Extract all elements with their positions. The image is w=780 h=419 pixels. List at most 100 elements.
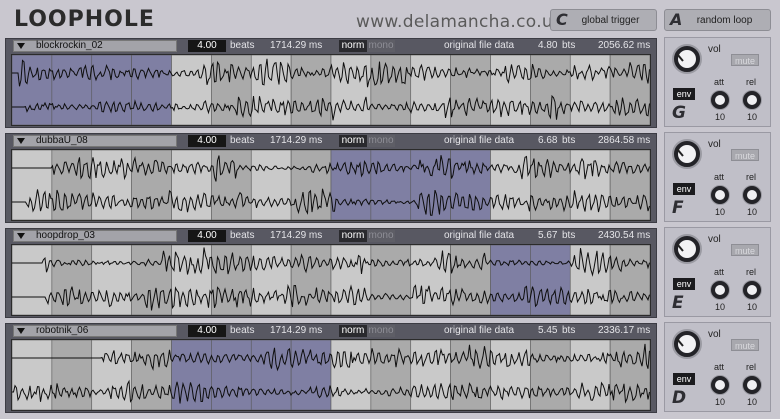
beats-input[interactable]: 4.00 [188, 135, 226, 147]
slice-cell[interactable] [51, 340, 93, 410]
slice-cell[interactable] [131, 245, 172, 315]
slice-cell[interactable] [12, 150, 53, 220]
mono-button[interactable]: mono [367, 230, 395, 242]
slice-cell[interactable] [211, 245, 252, 315]
slice-cell[interactable] [91, 55, 132, 125]
volume-knob[interactable] [672, 234, 702, 264]
slice-cell[interactable] [250, 150, 292, 220]
slice-cell[interactable] [370, 55, 412, 125]
slice-cell[interactable] [450, 55, 491, 125]
release-knob[interactable] [742, 280, 762, 300]
mute-button[interactable]: mute [731, 149, 759, 161]
beats-input[interactable]: 4.00 [188, 325, 226, 337]
slice-cell[interactable] [12, 55, 53, 125]
beats-input[interactable]: 4.00 [188, 230, 226, 242]
env-button[interactable]: env [673, 373, 695, 385]
slice-cell[interactable] [131, 55, 172, 125]
slice-cell[interactable] [370, 150, 412, 220]
slice-cell[interactable] [330, 340, 372, 410]
slice-cell[interactable] [91, 340, 132, 410]
dropdown-arrow-icon[interactable] [17, 328, 25, 334]
norm-button[interactable]: norm [339, 325, 367, 337]
mute-button[interactable]: mute [731, 244, 759, 256]
slice-cell[interactable] [490, 245, 531, 315]
slice-cell[interactable] [211, 340, 252, 410]
slice-cell[interactable] [171, 340, 212, 410]
norm-button[interactable]: norm [339, 135, 367, 147]
mono-button[interactable]: mono [367, 135, 395, 147]
release-knob[interactable] [742, 375, 762, 395]
slice-cell[interactable] [91, 150, 132, 220]
slice-cell[interactable] [569, 340, 611, 410]
volume-knob[interactable] [672, 139, 702, 169]
slice-cell[interactable] [171, 55, 212, 125]
slice-cell[interactable] [609, 55, 650, 125]
slice-cell[interactable] [609, 245, 650, 315]
slice-cell[interactable] [51, 245, 93, 315]
norm-button[interactable]: norm [339, 230, 367, 242]
env-button[interactable]: env [673, 88, 695, 100]
slice-cell[interactable] [290, 55, 332, 125]
slice-cell[interactable] [569, 150, 611, 220]
attack-knob[interactable] [710, 90, 730, 110]
waveform-display[interactable] [11, 244, 651, 316]
original-beats: 4.80 [538, 40, 558, 51]
trigger-key-letter: F [672, 198, 684, 218]
slice-cell[interactable] [490, 340, 531, 410]
slice-cell[interactable] [410, 245, 451, 315]
slice-cell[interactable] [330, 150, 372, 220]
slice-cell[interactable] [131, 340, 172, 410]
env-button[interactable]: env [673, 278, 695, 290]
slice-cell[interactable] [370, 340, 412, 410]
dropdown-arrow-icon[interactable] [17, 43, 25, 49]
slice-cell[interactable] [490, 55, 531, 125]
random-loop-button[interactable]: A random loop [664, 9, 771, 31]
sample-select[interactable]: dubbaU_08 [13, 135, 177, 147]
slice-cell[interactable] [530, 340, 571, 410]
dropdown-arrow-icon[interactable] [17, 233, 25, 239]
attack-knob[interactable] [710, 280, 730, 300]
slice-cell[interactable] [330, 245, 372, 315]
waveform-svg [12, 55, 650, 125]
slice-cell[interactable] [410, 340, 451, 410]
env-button[interactable]: env [673, 183, 695, 195]
slice-cell[interactable] [131, 150, 172, 220]
attack-knob[interactable] [710, 185, 730, 205]
volume-knob[interactable] [672, 44, 702, 74]
slice-cell[interactable] [330, 55, 372, 125]
slice-cell[interactable] [609, 150, 650, 220]
track-header: blockrockin_02 4.00 beats 1714.29 ms nor… [6, 39, 656, 54]
release-knob[interactable] [742, 90, 762, 110]
original-file-data-label: original file data [444, 325, 515, 336]
slice-cell[interactable] [171, 150, 212, 220]
waveform-display[interactable] [11, 54, 651, 126]
attack-knob[interactable] [710, 375, 730, 395]
slice-cell[interactable] [250, 340, 292, 410]
original-file-data-label: original file data [444, 135, 515, 146]
volume-knob[interactable] [672, 329, 702, 359]
waveform-display[interactable] [11, 339, 651, 411]
slice-cell[interactable] [290, 245, 332, 315]
volume-label: vol [708, 139, 721, 150]
mute-button[interactable]: mute [731, 339, 759, 351]
slice-cell[interactable] [450, 150, 491, 220]
mono-button[interactable]: mono [367, 40, 395, 52]
waveform-display[interactable] [11, 149, 651, 221]
slice-cell[interactable] [569, 245, 611, 315]
slice-cell[interactable] [51, 150, 93, 220]
dropdown-arrow-icon[interactable] [17, 138, 25, 144]
release-value: 10 [746, 112, 757, 122]
sample-select[interactable]: blockrockin_02 [13, 40, 177, 52]
global-trigger-button[interactable]: C global trigger [550, 9, 657, 31]
norm-button[interactable]: norm [339, 40, 367, 52]
slice-cell[interactable] [370, 245, 412, 315]
mono-button[interactable]: mono [367, 325, 395, 337]
release-knob[interactable] [742, 185, 762, 205]
beats-input[interactable]: 4.00 [188, 40, 226, 52]
sample-select[interactable]: hoopdrop_03 [13, 230, 177, 242]
sample-select[interactable]: robotnik_06 [13, 325, 177, 337]
mute-button[interactable]: mute [731, 54, 759, 66]
slice-cell[interactable] [250, 245, 292, 315]
slice-cell[interactable] [569, 55, 611, 125]
slice-cell[interactable] [12, 245, 53, 315]
